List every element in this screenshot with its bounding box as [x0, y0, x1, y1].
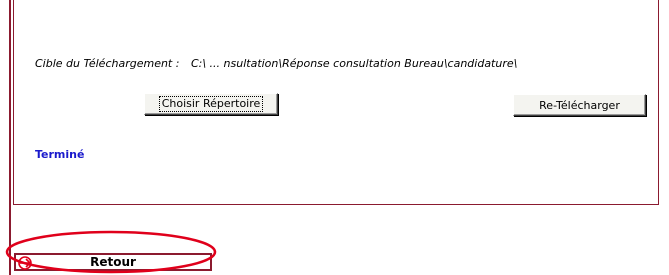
left-border-line	[9, 0, 11, 275]
download-target: Cible du Téléchargement : C:\ ... nsulta…	[35, 57, 517, 70]
status-text: Terminé	[35, 148, 85, 161]
redownload-button[interactable]: Re-Télécharger	[513, 94, 646, 116]
redownload-label: Re-Télécharger	[539, 98, 620, 112]
download-target-path: C:\ ... nsultation\Réponse consultation …	[190, 57, 518, 70]
back-button[interactable]: Retour	[14, 253, 212, 271]
download-target-label: Cible du Téléchargement :	[35, 57, 180, 70]
back-button-label: Retour	[90, 255, 136, 269]
choose-directory-button[interactable]: Choisir Répertoire	[144, 93, 278, 115]
choose-directory-label: Choisir Répertoire	[158, 96, 264, 112]
